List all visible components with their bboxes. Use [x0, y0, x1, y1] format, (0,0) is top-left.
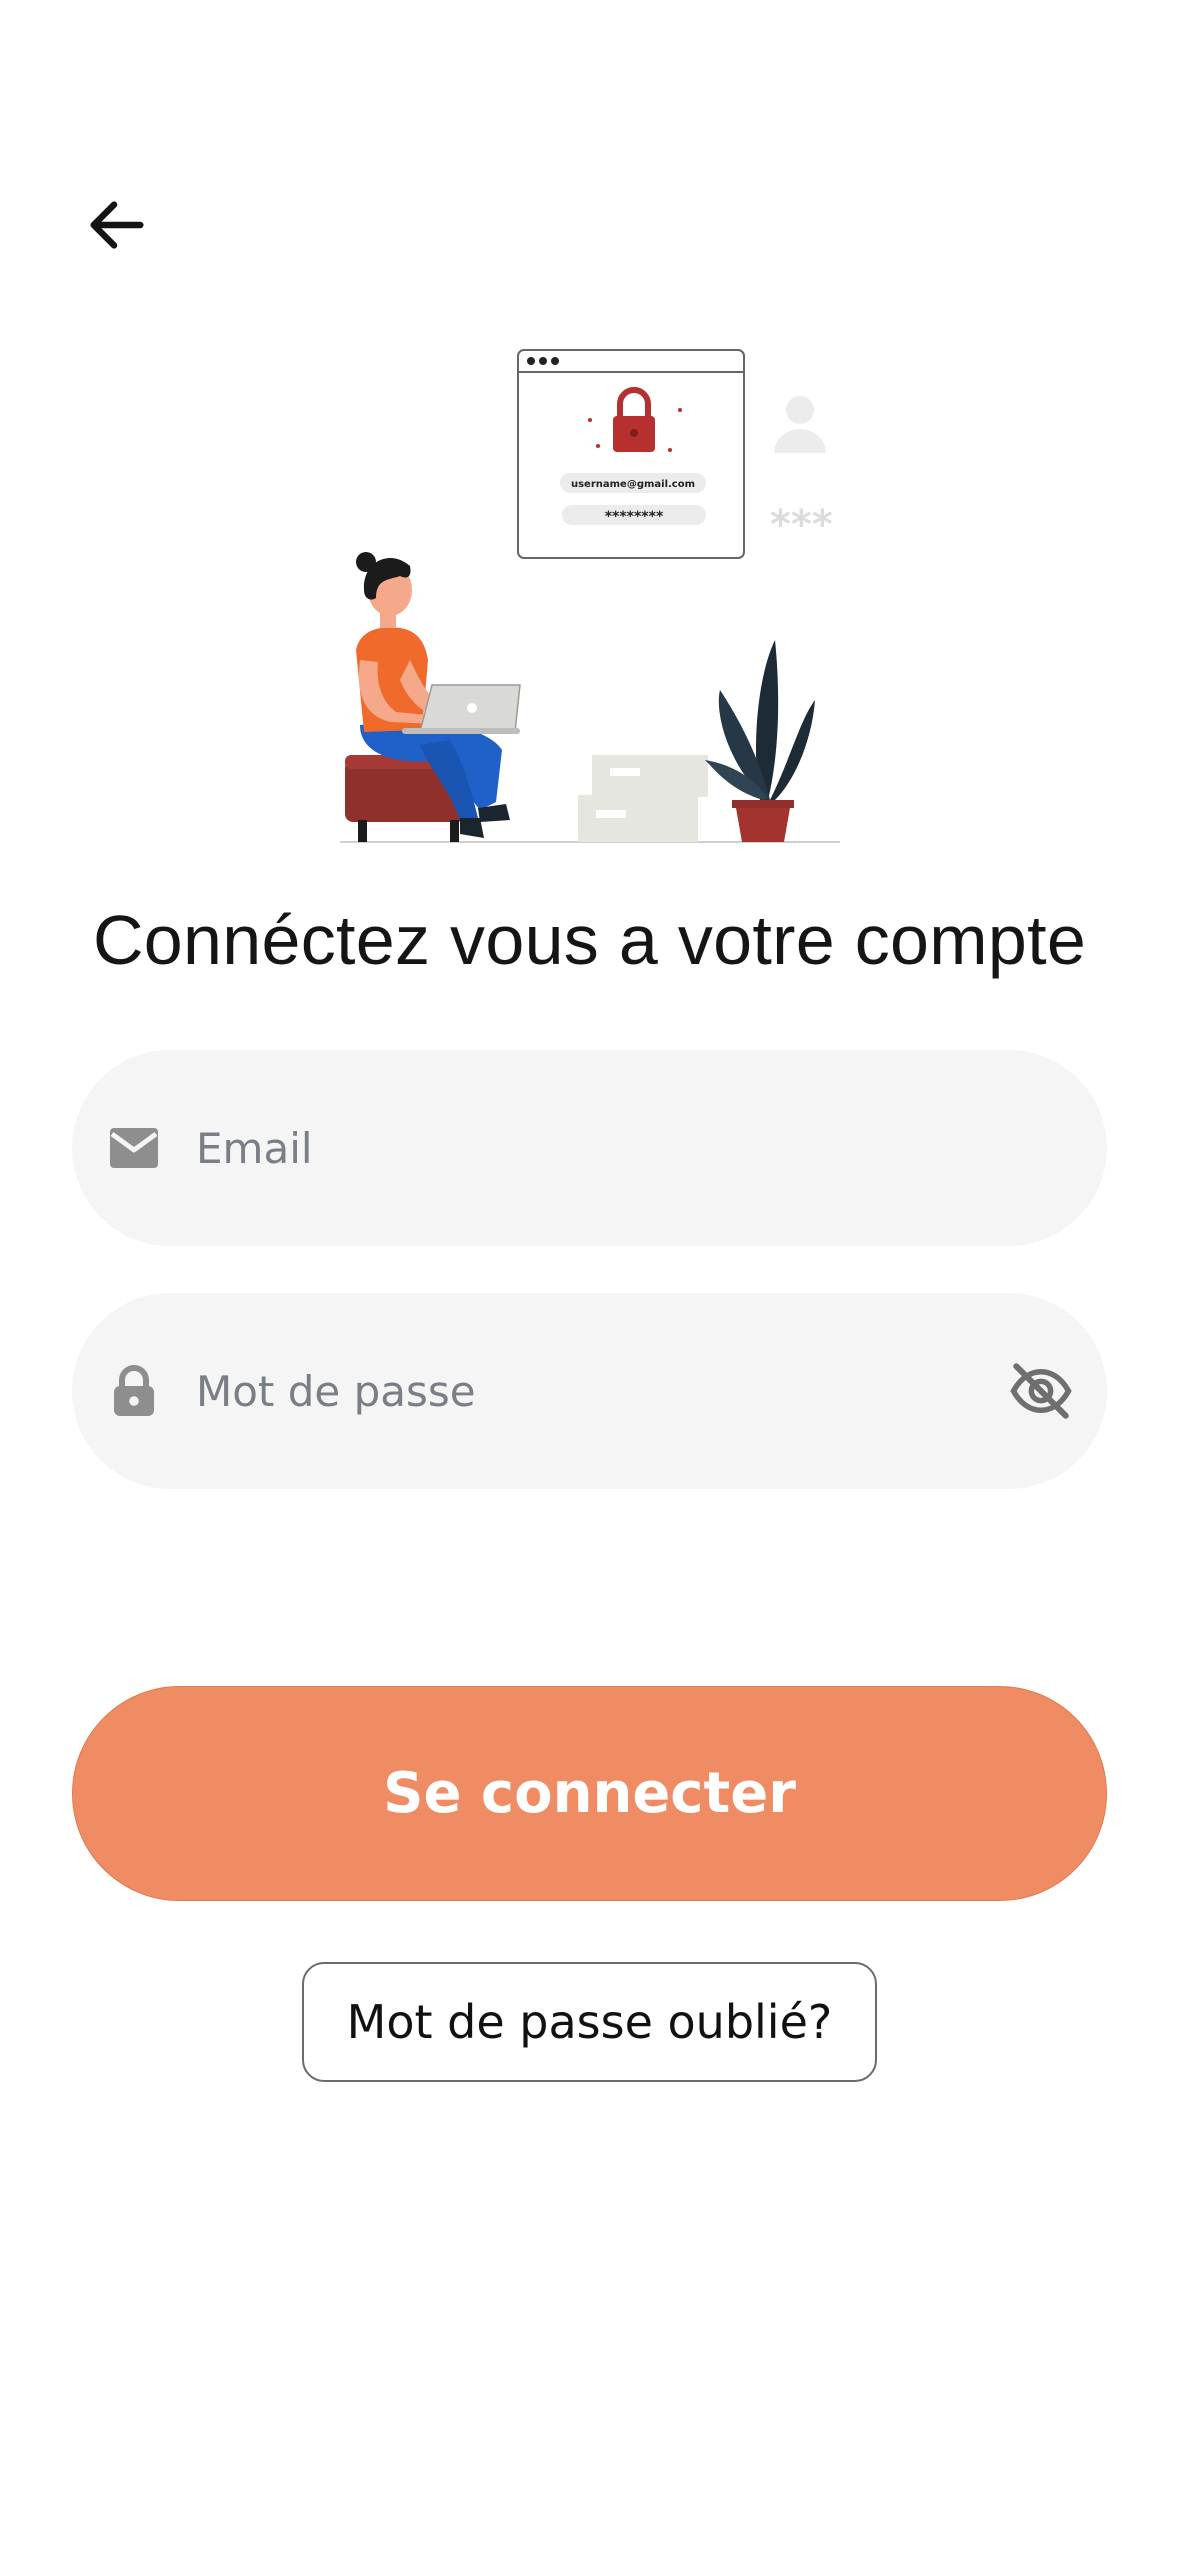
back-button[interactable] — [72, 180, 162, 270]
arrow-left-icon — [90, 201, 144, 249]
password-field[interactable] — [72, 1293, 1107, 1489]
login-illustration: username@gmail.com ******** *** — [340, 349, 840, 843]
forgot-password-button[interactable]: Mot de passe oublié? — [302, 1962, 877, 2082]
lock-icon — [106, 1363, 162, 1419]
email-field[interactable] — [72, 1050, 1107, 1246]
illustration-stars: *** — [770, 502, 833, 548]
envelope-icon — [106, 1120, 162, 1176]
email-input[interactable] — [194, 1122, 1107, 1174]
eye-off-icon[interactable] — [1005, 1355, 1077, 1427]
password-input[interactable] — [194, 1365, 1005, 1417]
illustration-username: username@gmail.com — [571, 479, 695, 490]
illustration-password: ******** — [605, 509, 664, 525]
page-title: Connéctez vous a votre compte — [92, 901, 1087, 979]
login-button[interactable]: Se connecter — [72, 1686, 1107, 1901]
